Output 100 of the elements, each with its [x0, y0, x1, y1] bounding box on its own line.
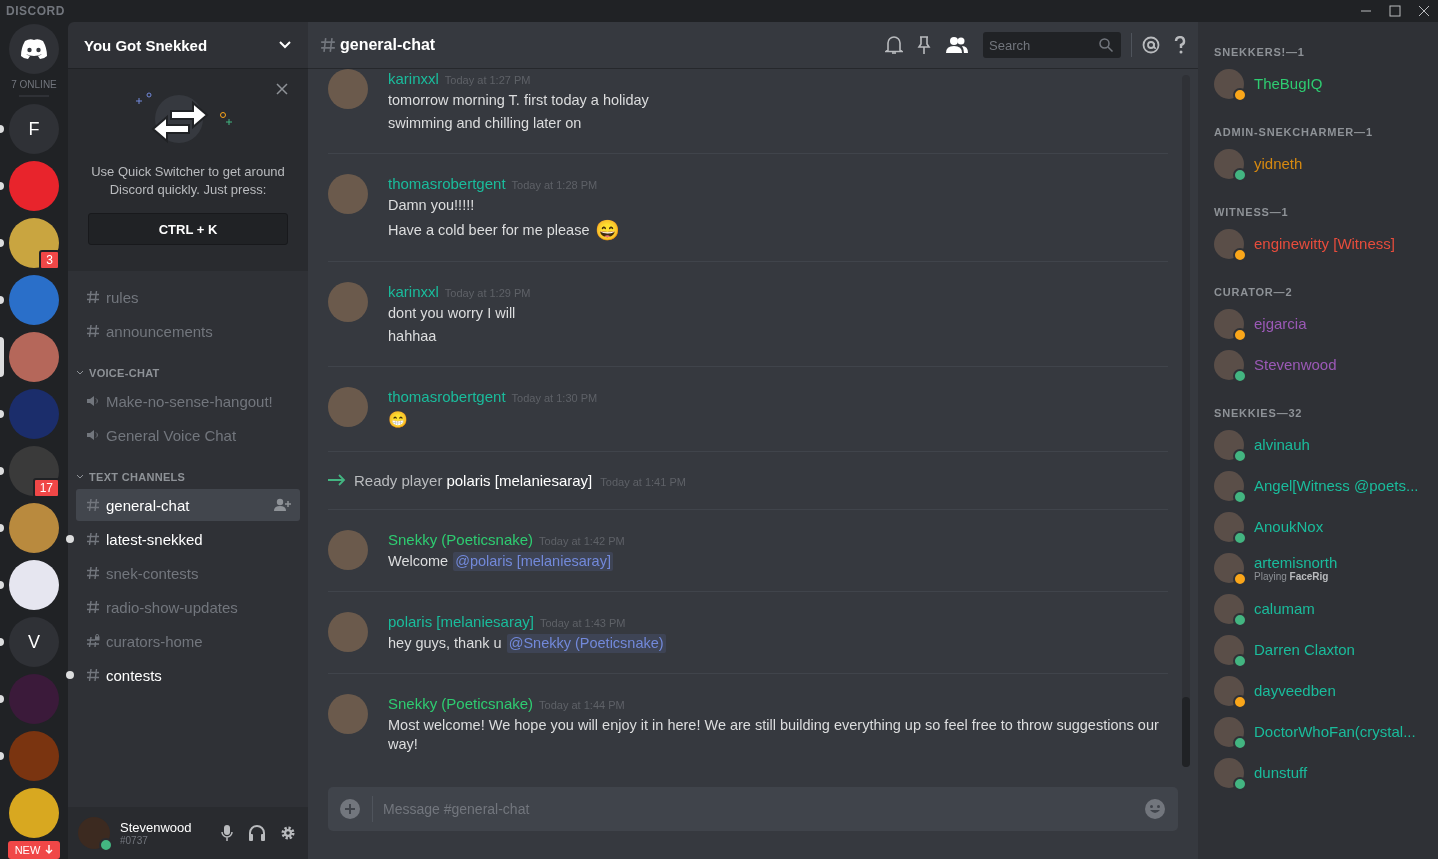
member-item[interactable]: AnoukNox [1214, 509, 1438, 544]
channel-item[interactable]: general-chat [76, 489, 300, 521]
message-author[interactable]: thomasrobertgent [388, 388, 506, 405]
bell-icon[interactable] [885, 35, 903, 55]
user-mention[interactable]: @polaris [melaniesaray] [453, 552, 613, 571]
message-author[interactable]: polaris [melaniesaray] [388, 613, 534, 630]
hash-icon [86, 498, 100, 512]
member-item[interactable]: dayveedben [1214, 673, 1438, 708]
member-item[interactable]: ejgarcia [1214, 306, 1438, 341]
server-icon[interactable] [9, 788, 59, 838]
username: Stevenwood [120, 820, 193, 835]
emoji: 😁 [388, 410, 408, 430]
role-header: ADMIN-SNEKCHARMER—1 [1214, 126, 1374, 138]
microphone-icon[interactable] [220, 824, 234, 842]
channel-item[interactable]: announcements [76, 315, 300, 347]
channel-item[interactable]: General Voice Chat [76, 419, 300, 451]
channel-item[interactable]: Make-no-sense-hangout! [76, 385, 300, 417]
member-item[interactable]: enginewitty [Witness] [1214, 226, 1438, 261]
channel-item[interactable]: rules [76, 281, 300, 313]
user-mention[interactable]: @Snekky (Poeticsnake) [506, 634, 666, 653]
server-icon[interactable]: V [9, 617, 59, 667]
member-item[interactable]: dunstuff [1214, 755, 1438, 790]
channel-item[interactable]: snek-contests [76, 557, 300, 589]
server-icon[interactable] [9, 503, 59, 553]
message-author[interactable]: Snekky (Poeticsnake) [388, 531, 534, 548]
pin-icon[interactable] [917, 35, 931, 55]
chevron-down-icon [76, 370, 84, 376]
server-icon[interactable]: F [9, 104, 59, 154]
locked-hash-icon [86, 634, 100, 648]
channel-item[interactable]: curators-home [76, 625, 300, 657]
message-author[interactable]: karinxxl [388, 283, 439, 300]
new-messages-button[interactable]: NEW [7, 841, 61, 859]
shortcut-key: CTRL + K [88, 213, 288, 245]
user-tag: #0737 [120, 835, 206, 846]
message-text: swimming and chilling later on [388, 114, 582, 133]
member-item[interactable]: artemisnorth Playing FaceRig [1214, 550, 1438, 585]
message-text: tomorrow morning T. first today a holiday [388, 91, 649, 110]
speaker-icon [86, 428, 100, 442]
member-item[interactable]: Darren Claxton [1214, 632, 1438, 667]
member-item[interactable]: calumam [1214, 591, 1438, 626]
message-text: Have a cold beer for me please [388, 220, 590, 240]
search-icon [1099, 38, 1113, 52]
message-author[interactable]: thomasrobertgent [388, 175, 506, 192]
message-text: hahhaa [388, 327, 437, 346]
arrow-down-icon [45, 845, 54, 855]
member-item[interactable]: TheBugIQ [1214, 66, 1438, 101]
user-avatar[interactable] [78, 817, 110, 849]
message-text: dont you worry I will [388, 304, 516, 323]
server-icon[interactable] [9, 560, 59, 610]
search-field[interactable]: Search [983, 32, 1121, 58]
channel-item[interactable]: radio-show-updates [76, 591, 300, 623]
members-icon[interactable] [945, 36, 969, 54]
hash-icon [86, 532, 100, 546]
channel-item[interactable]: contests [76, 659, 300, 691]
headphones-icon[interactable] [248, 824, 266, 842]
message-text: Welcome [388, 552, 449, 571]
chevron-down-icon [76, 474, 84, 480]
hash-icon [86, 566, 100, 580]
member-item[interactable]: alvinauh [1214, 427, 1438, 462]
add-user-icon[interactable] [274, 498, 292, 512]
message-text: Most welcome! We hope you will enjoy it in here! We are still building everything up so feel free to throw suggestions our way! [388, 716, 1160, 754]
emoji: 😄 [594, 219, 620, 241]
category-header[interactable]: TEXT CHANNELS [76, 465, 300, 487]
member-item[interactable]: Angel[Witness @poets... [1214, 468, 1438, 503]
speaker-icon [86, 394, 100, 408]
home-button[interactable] [9, 24, 59, 74]
quick-switcher-hint: Use Quick Switcher to get around Discord quickly. Just press: [90, 163, 286, 199]
member-item[interactable]: DoctorWhoFan(crystal... [1214, 714, 1438, 749]
close-icon[interactable] [1418, 5, 1430, 17]
message-author[interactable]: polaris [melaniesaray] [446, 472, 593, 489]
close-icon[interactable] [276, 83, 288, 95]
role-header: CURATOR—2 [1214, 286, 1294, 298]
message-author[interactable]: Snekky (Poeticsnake) [388, 695, 534, 712]
role-header: WITNESS—1 [1214, 206, 1290, 218]
hash-icon [86, 290, 100, 304]
maximize-icon[interactable] [1389, 5, 1401, 17]
hash-icon [320, 37, 336, 53]
channel-item[interactable]: latest-snekked [76, 523, 300, 555]
role-header: SNEKKERS!—1 [1214, 46, 1306, 58]
category-header[interactable]: VOICE-CHAT [76, 361, 300, 383]
settings-icon[interactable] [280, 825, 296, 841]
message-author[interactable]: karinxxl [388, 70, 439, 87]
mention-badge: 17 [32, 478, 60, 498]
scrollbar[interactable] [1182, 75, 1190, 767]
message-text: hey guys, thank u [388, 634, 502, 653]
help-icon[interactable] [1174, 36, 1186, 54]
mention-icon[interactable] [1142, 36, 1160, 54]
server-name: You Got Snekked [84, 36, 208, 54]
hash-icon [86, 600, 100, 614]
mention-badge: 3 [39, 250, 60, 270]
hash-icon [86, 324, 100, 338]
app-logo: DISCORD [6, 4, 65, 18]
arrow-right-icon [328, 474, 346, 486]
controller-logo-icon [19, 38, 49, 60]
member-item[interactable]: yidneth [1214, 146, 1438, 181]
member-item[interactable]: Stevenwood [1214, 347, 1438, 382]
hash-icon [86, 668, 100, 682]
message-text: Damn you!!!!! [388, 196, 475, 215]
chevron-down-icon [278, 40, 292, 50]
role-header: SNEKKIES—32 [1214, 407, 1304, 419]
